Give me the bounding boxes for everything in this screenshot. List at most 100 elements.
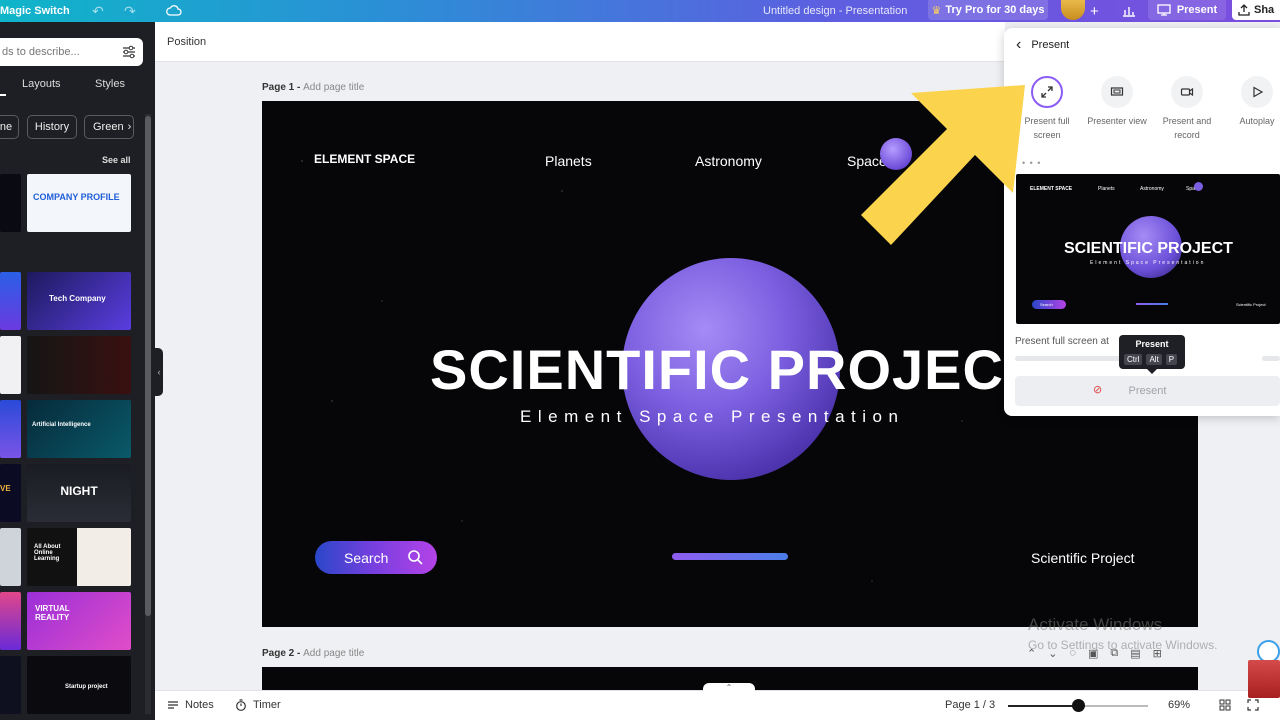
option-present-and-record[interactable]: Present and record [1152, 76, 1222, 142]
template-search-input[interactable]: ds to describe... [0, 38, 143, 66]
context-toolbar: Position [155, 22, 1005, 62]
notes-icon [168, 701, 178, 709]
presenter-icon [1101, 76, 1133, 108]
preview-subtitle: Element Space Presentation [1090, 260, 1206, 266]
chip-green[interactable]: Green › [84, 115, 134, 139]
filter-sliders-icon[interactable] [121, 44, 137, 60]
present-button-label: Present [1176, 4, 1218, 16]
see-all-link[interactable]: See all [102, 155, 131, 165]
preview-nav-astronomy: Astronomy [1140, 186, 1164, 192]
preview-small-planet [1194, 182, 1203, 191]
template-thumb[interactable] [0, 336, 21, 394]
key-ctrl: Ctrl [1124, 354, 1143, 365]
present-panel-header: ‹ Present [1016, 36, 1069, 54]
template-thumb[interactable] [0, 272, 21, 330]
notes-button[interactable]: Notes [167, 699, 214, 711]
template-thumb[interactable]: VE [0, 464, 21, 522]
page-2-prefix: Page 2 - [262, 648, 304, 659]
present-confirm-button[interactable]: ⊘ Present [1015, 376, 1280, 406]
top-bar: Magic Switch ↶ ↷ Untitled design - Prese… [0, 0, 1280, 22]
template-thumb[interactable] [0, 174, 21, 232]
design-title[interactable]: Untitled design - Presentation [763, 0, 907, 22]
template-thumb-night[interactable]: NIGHT [27, 464, 131, 522]
template-thumb[interactable] [0, 656, 21, 714]
back-chevron-icon[interactable]: ‹ [1016, 36, 1021, 54]
timer-button[interactable]: Timer [235, 699, 281, 711]
thumb-label: All About Online Learning [34, 544, 61, 562]
slide-nav-planets[interactable]: Planets [545, 153, 592, 169]
template-thumb-startup[interactable]: Startup project [27, 656, 131, 714]
preview-bar [1136, 303, 1168, 305]
slide-search-pill[interactable]: Search [315, 541, 437, 574]
template-thumb-tech-company[interactable]: Tech Company [27, 272, 131, 330]
preview-footer: Scientific Project [1236, 302, 1266, 307]
present-screen-icon [1157, 4, 1171, 16]
present-confirm-label: Present [1128, 385, 1167, 397]
slide-footer-text[interactable]: Scientific Project [1031, 550, 1134, 566]
tab-templates-indicator[interactable] [0, 76, 6, 96]
page-2-label[interactable]: Page 2 - Add page title [262, 648, 364, 659]
insights-chart-icon[interactable] [1116, 0, 1142, 22]
tab-layouts[interactable]: Layouts [22, 78, 61, 90]
slide-search-label: Search [344, 549, 389, 566]
preview-search: Search [1032, 300, 1066, 309]
template-thumb-ai[interactable]: Artificial Intelligence [27, 400, 131, 458]
page-counter[interactable]: Page 1 / 3 [945, 699, 995, 711]
tab-styles[interactable]: Styles [95, 78, 125, 90]
option-presenter-view[interactable]: Presenter view [1082, 76, 1152, 128]
tooltip-keys: Ctrl Alt P [1124, 354, 1178, 365]
chip-home[interactable]: ne [0, 115, 19, 139]
share-button-label: Sha [1254, 4, 1275, 16]
collapse-panel-handle[interactable]: ‹ [155, 348, 163, 396]
grid-view-icon[interactable] [1219, 699, 1231, 711]
slide-brand[interactable]: ELEMENT SPACE [314, 152, 415, 166]
page-2-title-placeholder[interactable]: Add page title [303, 648, 364, 659]
magic-switch-button[interactable]: Magic Switch [0, 0, 70, 22]
chevron-right-icon: › [127, 121, 132, 133]
slide-nav-astronomy[interactable]: Astronomy [695, 153, 762, 169]
present-button[interactable]: Present [1148, 0, 1226, 20]
share-button[interactable]: Sha [1232, 0, 1280, 20]
timer-label: Timer [253, 699, 281, 711]
template-thumb-virtual-reality[interactable]: VIRTUAL REALITY [27, 592, 131, 650]
template-thumb[interactable] [0, 528, 21, 586]
template-thumb-company-profile[interactable]: COMPANY PROFILE [27, 174, 131, 232]
page-1-label[interactable]: Page 1 - Add page title [262, 82, 364, 93]
template-thumb[interactable] [0, 592, 21, 650]
template-thumb[interactable] [0, 400, 21, 458]
fullscreen-icon[interactable] [1247, 699, 1259, 711]
thumb-label: NIGHT [60, 484, 98, 498]
try-pro-label: Try Pro for 30 days [945, 4, 1045, 16]
slide-subtitle[interactable]: Element Space Presentation [520, 407, 904, 427]
chip-history[interactable]: History [27, 115, 77, 139]
preview-nav-planets: Planets [1098, 186, 1115, 192]
play-icon [1241, 76, 1273, 108]
template-thumb-online-learning[interactable]: All About Online Learning [27, 528, 131, 586]
cloud-save-icon[interactable] [166, 0, 182, 22]
zoom-level[interactable]: 69% [1168, 699, 1190, 711]
template-search-placeholder: ds to describe... [2, 46, 80, 58]
present-preview-thumbnail[interactable]: ELEMENT SPACE Planets Astronomy Space SC… [1016, 174, 1280, 324]
chevron-up-icon[interactable]: ⌃ [703, 683, 755, 693]
redo-icon[interactable]: ↷ [124, 0, 136, 22]
try-pro-button[interactable]: ♛ Try Pro for 30 days [928, 0, 1048, 20]
present-option-track [1015, 356, 1129, 361]
key-alt: Alt [1146, 354, 1162, 365]
undo-icon[interactable]: ↶ [92, 0, 104, 22]
page-1-title-placeholder[interactable]: Add page title [303, 82, 364, 93]
present-shortcut-tooltip: Present Ctrl Alt P [1119, 335, 1185, 374]
position-button[interactable]: Position [167, 36, 206, 48]
panel-scrollbar-thumb[interactable] [145, 116, 151, 616]
expand-icon [1031, 76, 1063, 108]
timer-icon [236, 699, 246, 711]
key-p: P [1165, 354, 1178, 365]
avatar[interactable] [1061, 0, 1085, 20]
slide-gradient-bar[interactable] [672, 553, 788, 560]
option-autoplay[interactable]: Autoplay [1222, 76, 1280, 128]
activate-windows-subtitle: Go to Settings to activate Windows. [1028, 638, 1218, 652]
thumb-label: VE [0, 484, 11, 493]
template-thumb-dark[interactable] [27, 336, 131, 394]
camera-icon [1171, 76, 1203, 108]
add-collaborator-icon[interactable]: + [1090, 0, 1099, 22]
zoom-slider-handle[interactable] [1072, 699, 1085, 712]
